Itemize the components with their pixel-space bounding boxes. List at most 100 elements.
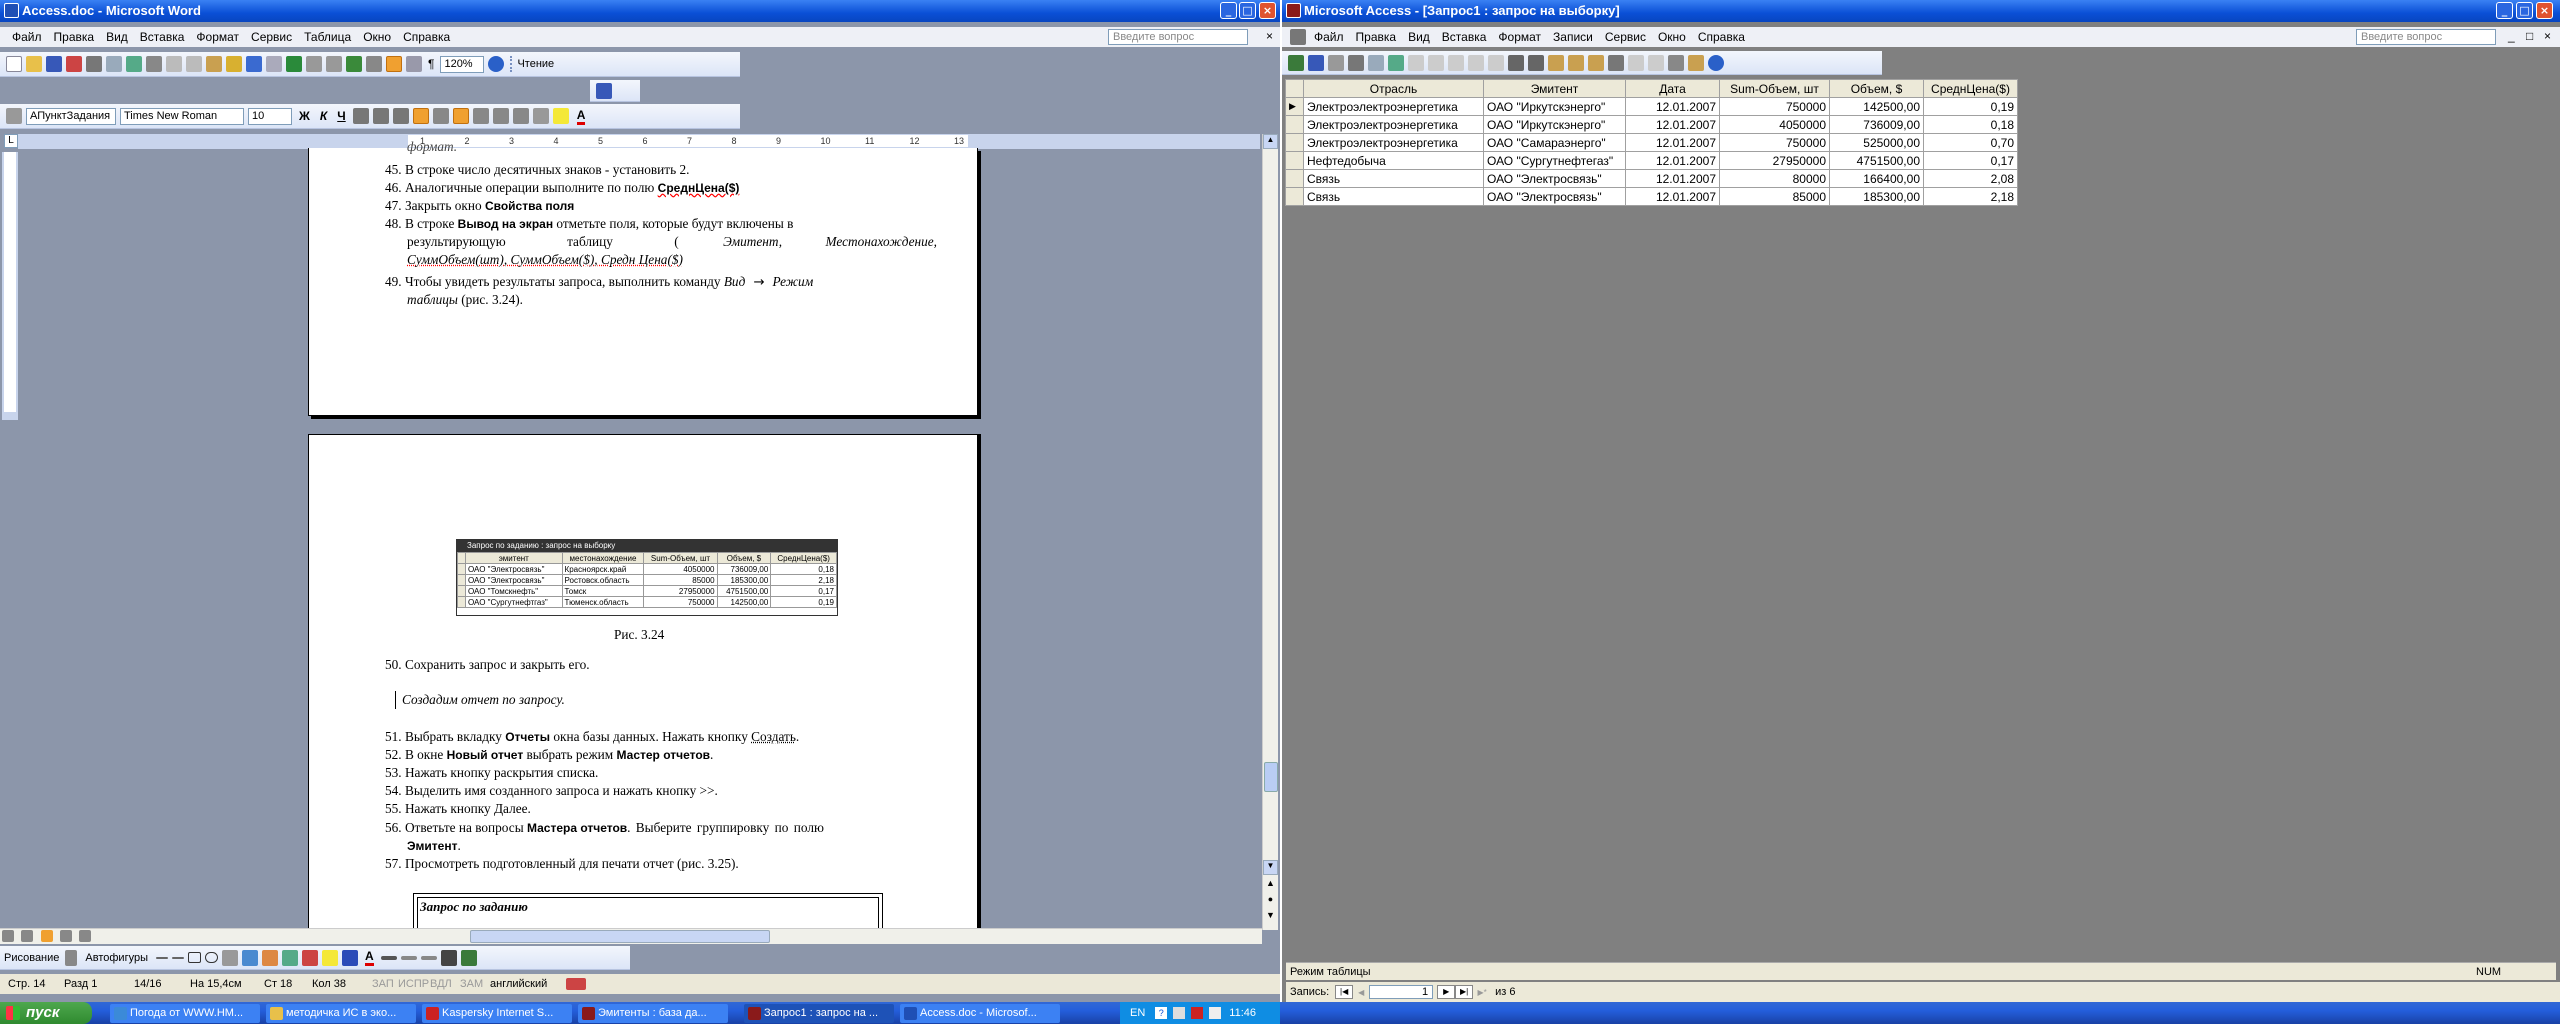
new-record-icon[interactable] <box>1628 54 1644 71</box>
table-cell[interactable]: Электроэлектроэнергетика <box>1303 97 1484 116</box>
outline-view-icon[interactable] <box>60 930 73 942</box>
browse-object-icon[interactable]: ● <box>1263 894 1278 909</box>
arrow-tool-icon[interactable] <box>172 956 184 959</box>
access-preview-icon[interactable] <box>1368 54 1384 71</box>
table-cell[interactable]: 750000 <box>1719 133 1830 152</box>
hyperlink-icon[interactable] <box>286 56 302 72</box>
decrease-indent-icon[interactable] <box>492 108 509 124</box>
italic-icon[interactable]: К <box>320 109 327 123</box>
insert-table-icon[interactable] <box>326 56 342 72</box>
first-record-icon[interactable]: |◀ <box>1335 985 1354 999</box>
scroll-down-icon[interactable]: ▼ <box>1263 860 1278 875</box>
record-selector[interactable] <box>1285 169 1304 188</box>
scroll-up-icon[interactable]: ▲ <box>1263 134 1278 149</box>
paste-icon[interactable] <box>206 56 222 72</box>
table-cell[interactable]: 0,17 <box>1923 151 2018 170</box>
record-selector[interactable] <box>1285 151 1304 170</box>
table-cell[interactable]: Связь <box>1303 169 1484 188</box>
filter-selection-icon[interactable] <box>1548 54 1564 71</box>
next-page-icon[interactable]: ▼ <box>1263 910 1278 925</box>
rectangle-icon[interactable] <box>188 952 201 963</box>
table-cell[interactable]: Связь <box>1303 187 1484 206</box>
column-header[interactable]: Дата <box>1625 79 1720 98</box>
print-view-icon[interactable] <box>40 930 53 942</box>
sort-desc-icon[interactable] <box>1528 54 1544 71</box>
status-ext[interactable]: ВДЛ <box>430 978 460 990</box>
spelling-status-icon[interactable] <box>566 978 586 990</box>
volume-tray-icon[interactable] <box>1209 1007 1222 1019</box>
open-icon[interactable] <box>26 56 42 72</box>
access-hyperlink-icon[interactable] <box>1488 54 1504 71</box>
record-selector[interactable] <box>1285 133 1304 152</box>
table-cell[interactable]: 525000,00 <box>1829 133 1924 152</box>
help-tray-icon[interactable]: ? <box>1155 1007 1168 1019</box>
align-left-icon[interactable] <box>352 108 369 124</box>
tables-icon[interactable] <box>306 56 322 72</box>
access-menu-tools[interactable]: Сервис <box>1599 27 1652 47</box>
table-row[interactable]: Электроэлектроэнергетика ОАО "Самараэнерг… <box>1285 133 2018 152</box>
table-cell[interactable]: 4050000 <box>1719 115 1830 134</box>
save-icon[interactable] <box>46 56 62 72</box>
textbox-icon[interactable] <box>222 949 238 966</box>
drawing-icon[interactable] <box>386 56 402 72</box>
wordart-icon[interactable] <box>242 949 258 966</box>
prev-page-icon[interactable]: ▲ <box>1263 878 1278 893</box>
arrow-style-icon[interactable] <box>420 955 437 960</box>
table-cell[interactable]: 750000 <box>1719 97 1830 116</box>
new-icon[interactable] <box>6 56 22 72</box>
table-cell[interactable]: ОАО "Иркутскэнерго" <box>1483 97 1626 116</box>
draw-font-color-icon[interactable]: A <box>365 949 374 966</box>
font-size-select[interactable]: 10 <box>248 107 292 125</box>
reading-mode-button[interactable]: Чтение <box>517 58 554 70</box>
dash-style-icon[interactable] <box>400 955 417 960</box>
table-cell[interactable]: 2,18 <box>1923 187 2018 206</box>
task-folder[interactable]: методичка ИС в эко... <box>266 1004 416 1023</box>
bullets-icon[interactable] <box>472 108 489 124</box>
table-row[interactable]: Связь ОАО "Электросвязь" 12.01.2007 80000 16… <box>1285 169 2018 188</box>
table-cell[interactable]: 0,18 <box>1923 115 2018 134</box>
table-cell[interactable]: 4751500,00 <box>1829 151 1924 170</box>
autoshapes-menu[interactable]: Автофигуры <box>85 952 148 964</box>
mini-toolbar-icon[interactable] <box>596 82 612 99</box>
table-cell[interactable]: ОАО "Сургутнефтегаз" <box>1483 151 1626 170</box>
next-record-icon[interactable]: ▶ <box>1437 985 1456 999</box>
close-button[interactable]: × <box>1259 2 1276 19</box>
network-tray-icon[interactable] <box>1173 1007 1186 1019</box>
table-cell[interactable]: 12.01.2007 <box>1625 151 1720 170</box>
query-doc-icon[interactable] <box>1290 29 1306 45</box>
numbering-icon[interactable] <box>452 108 469 124</box>
table-cell[interactable]: 12.01.2007 <box>1625 115 1720 134</box>
prev-record-icon[interactable]: ◀ <box>1353 988 1369 997</box>
line-style-icon[interactable] <box>380 955 397 960</box>
horizontal-ruler[interactable]: 1 2 3 4 5 6 7 8 9 10 11 12 13 <box>18 134 1260 149</box>
access-minimize-button[interactable]: _ <box>2496 2 2513 19</box>
access-close-button[interactable]: × <box>2536 2 2553 19</box>
start-button[interactable]: пуск <box>0 1002 92 1024</box>
column-header[interactable]: Sum-Объем, шт <box>1719 79 1830 98</box>
reading-view-icon[interactable] <box>79 930 92 942</box>
justify-icon[interactable] <box>412 108 429 124</box>
menu-format[interactable]: Формат <box>190 27 245 47</box>
table-cell[interactable]: 12.01.2007 <box>1625 97 1720 116</box>
access-paste-icon[interactable] <box>1448 54 1464 71</box>
web-view-icon[interactable] <box>21 930 34 942</box>
column-header[interactable]: СреднЦена($) <box>1923 79 2018 98</box>
show-marks-icon[interactable]: ¶ <box>428 57 434 71</box>
3d-icon[interactable] <box>460 949 477 966</box>
increase-indent-icon[interactable] <box>512 108 529 124</box>
column-header[interactable]: Эмитент <box>1483 79 1626 98</box>
find-icon[interactable] <box>1608 54 1624 71</box>
picture-icon[interactable] <box>302 949 318 966</box>
styles-pane-icon[interactable] <box>6 108 22 124</box>
permission-icon[interactable] <box>66 56 82 72</box>
access-menu-edit[interactable]: Правка <box>1350 27 1403 47</box>
underline-icon[interactable]: Ч <box>337 109 345 123</box>
diagram-icon[interactable] <box>262 949 278 966</box>
table-cell[interactable]: 12.01.2007 <box>1625 133 1720 152</box>
border-icon[interactable] <box>532 108 549 124</box>
access-ask-box[interactable]: Введите вопрос <box>2356 29 2496 45</box>
status-rec[interactable]: ЗАП <box>372 978 398 990</box>
menu-table[interactable]: Таблица <box>298 27 357 47</box>
docmap-icon[interactable] <box>406 56 422 72</box>
access-menu-window[interactable]: Окно <box>1652 27 1692 47</box>
